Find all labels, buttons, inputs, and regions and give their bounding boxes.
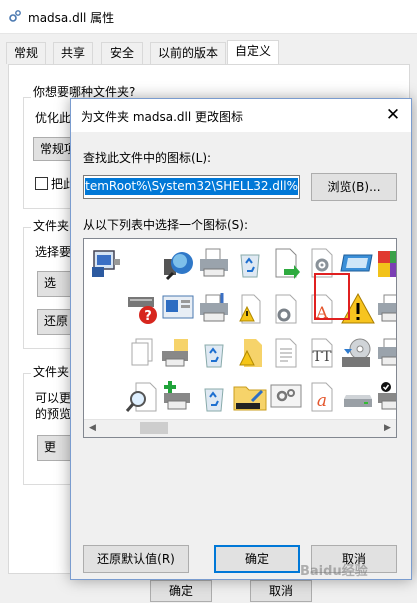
close-icon[interactable]: ✕ — [381, 103, 405, 127]
folder-picture-heading: 文件夹 — [31, 217, 72, 234]
drive-icon[interactable] — [340, 379, 376, 415]
add-printer-icon[interactable] — [160, 379, 196, 415]
printer-icon[interactable] — [196, 245, 232, 281]
dialog-title-bar: 为文件夹 madsa.dll 更改图标 ✕ — [71, 99, 411, 132]
network-globe-icon[interactable] — [160, 245, 196, 281]
tab-previous-versions[interactable]: 以前的版本 — [150, 42, 226, 64]
browse-button[interactable]: 浏览(B)... — [311, 173, 397, 201]
ok-button[interactable]: 确定 — [214, 545, 300, 573]
apply-subfolders-checkbox[interactable] — [35, 177, 48, 190]
change-icon-dialog: 为文件夹 madsa.dll 更改图标 ✕ 查找此文件中的图标(L): %Sys… — [70, 98, 412, 580]
svg-text:?: ? — [144, 309, 152, 324]
colorful-cube-icon[interactable] — [376, 245, 396, 281]
tab-sharing[interactable]: 共享 — [53, 42, 93, 64]
selected-icon-highlight — [314, 273, 350, 320]
icon-list-scrollbar[interactable]: ◀ ▶ — [84, 419, 396, 437]
svg-text:TT: TT — [313, 349, 333, 365]
icon-file-path-value: %SystemRoot%\System32\SHELL32.dll — [85, 178, 298, 195]
tab-general[interactable]: 常规 — [6, 42, 46, 64]
printer-settings-icon[interactable] — [376, 291, 396, 327]
folder-edit-icon[interactable] — [232, 379, 268, 415]
icon-list[interactable]: ? A TT a ◀ ▶ — [83, 238, 397, 438]
gear-window-icon[interactable] — [268, 379, 304, 415]
fax-printer-icon[interactable] — [376, 335, 396, 371]
restore-defaults-button[interactable]: 还原默认值(R) — [83, 545, 189, 573]
scroll-left-icon[interactable]: ◀ — [84, 420, 101, 437]
scroll-right-icon[interactable]: ▶ — [379, 420, 396, 437]
tab-customize[interactable]: 自定义 — [227, 40, 279, 65]
settings-document-icon[interactable] — [268, 291, 304, 327]
recycle-bin-icon[interactable] — [232, 245, 268, 281]
select-icon-label: 从以下列表中选择一个图标(S): — [83, 218, 249, 232]
drive-error-icon[interactable]: ? — [124, 291, 160, 327]
text-document-icon[interactable] — [268, 335, 304, 371]
optimize-label: 优化此 — [35, 111, 72, 125]
parent-title-bar: madsa.dll 属性 — [0, 0, 417, 34]
choose-picture-label: 选择要 — [35, 245, 72, 259]
default-printer-icon[interactable] — [376, 379, 396, 415]
recycle-bin-empty-icon[interactable] — [196, 379, 232, 415]
folder-icon-text-1: 可以更 — [35, 391, 72, 405]
presentation-chart-icon[interactable] — [160, 291, 196, 327]
look-in-file-label: 查找此文件中的图标(L): — [83, 151, 212, 165]
recycle-bin-full-icon[interactable] — [196, 335, 232, 371]
parent-window-title: madsa.dll 属性 — [28, 11, 115, 25]
search-magnifier-icon[interactable] — [124, 379, 160, 415]
document-arrow-icon[interactable] — [268, 245, 304, 281]
svg-text:a: a — [317, 391, 327, 411]
warning-file-icon[interactable] — [232, 335, 268, 371]
tab-security[interactable]: 安全 — [101, 42, 143, 64]
parent-ok-button[interactable]: 确定 — [150, 580, 212, 602]
parent-cancel-button[interactable]: 取消 — [250, 580, 312, 602]
italic-font-icon[interactable]: a — [304, 379, 340, 415]
watermark: Baidu经验 — [300, 564, 368, 579]
warning-document-icon[interactable] — [232, 291, 268, 327]
computer-window-icon[interactable] — [88, 245, 124, 281]
network-printer-icon[interactable] — [196, 291, 232, 327]
disc-drive-icon[interactable] — [340, 335, 376, 371]
dialog-title: 为文件夹 madsa.dll 更改图标 — [81, 110, 243, 124]
gear-file-icon — [9, 10, 21, 22]
icon-file-path-input[interactable]: %SystemRoot%\System32\SHELL32.dll — [83, 175, 300, 199]
truetype-font-icon[interactable]: TT — [304, 335, 340, 371]
documents-stack-icon[interactable] — [124, 335, 160, 371]
printer-folder-icon[interactable] — [160, 335, 196, 371]
scroll-thumb[interactable] — [140, 422, 168, 434]
folder-icon-heading: 文件夹 — [31, 363, 72, 380]
folder-icon-text-2: 的预览 — [35, 407, 72, 421]
